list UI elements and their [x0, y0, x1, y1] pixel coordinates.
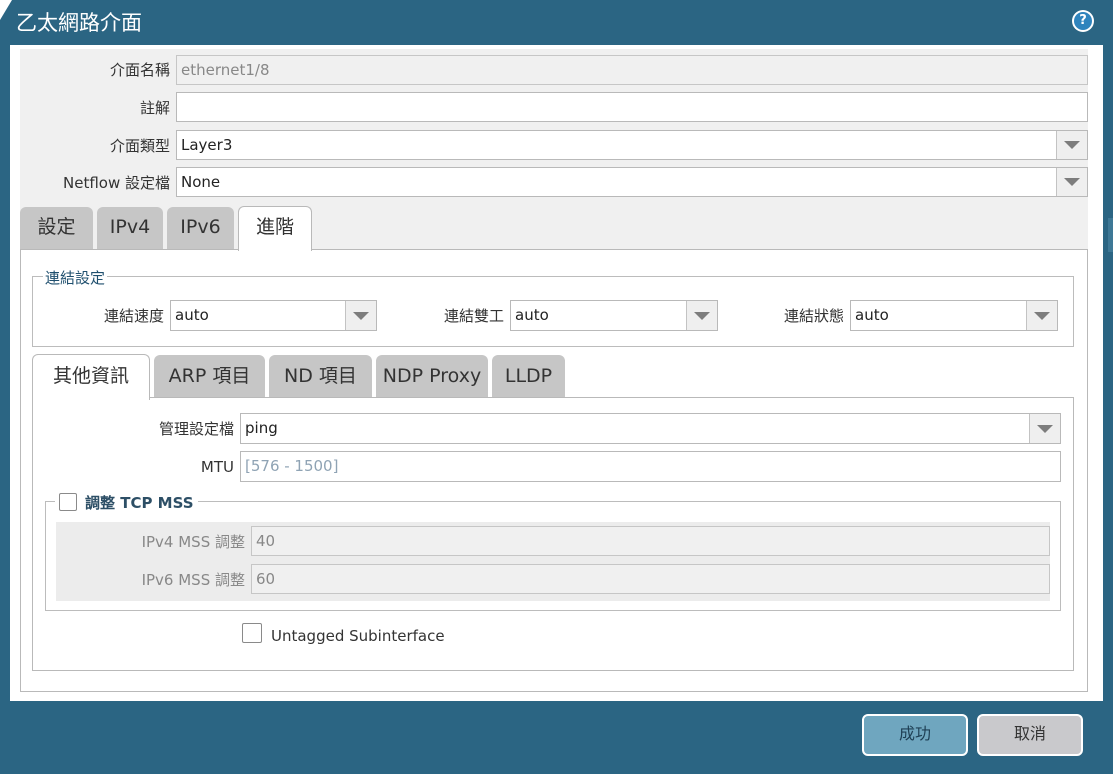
interface-type-value: Layer3: [181, 136, 233, 154]
link-state-value: auto: [855, 306, 889, 324]
subtab-arp-entries[interactable]: ARP 項目: [154, 355, 265, 397]
link-state-label: 連結狀態: [783, 307, 844, 325]
chevron-down-icon[interactable]: [1056, 168, 1087, 196]
mgmt-profile-label: 管理設定檔: [158, 420, 234, 438]
link-duplex-value: auto: [515, 306, 549, 324]
link-settings-legend: 連結設定: [43, 269, 108, 287]
untagged-subinterface-label: Untagged Subinterface: [271, 627, 445, 645]
dialog-title: 乙太網路介面: [16, 11, 142, 35]
tcp-mss-legend: 調整 TCP MSS: [55, 491, 198, 513]
tab-ipv6[interactable]: IPv6: [167, 207, 234, 249]
interface-name-field: ethernet1/8: [176, 55, 1088, 85]
tab-settings[interactable]: 設定: [20, 207, 93, 249]
chevron-down-icon[interactable]: [1026, 301, 1057, 330]
scrollbar-thumb[interactable]: [1108, 218, 1113, 252]
tab-advanced[interactable]: 進階: [238, 206, 312, 251]
interface-name-label: 介面名稱: [109, 61, 170, 79]
untagged-subinterface-checkbox[interactable]: [242, 623, 262, 643]
netflow-select[interactable]: None: [176, 167, 1088, 197]
ok-button[interactable]: 成功: [862, 714, 968, 756]
mgmt-profile-value: ping: [245, 419, 278, 437]
link-speed-value: auto: [175, 306, 209, 324]
help-icon[interactable]: ?: [1072, 10, 1094, 32]
tcp-mss-label: 調整 TCP MSS: [85, 493, 194, 512]
netflow-label: Netflow 設定檔: [63, 174, 170, 192]
tcp-mss-checkbox[interactable]: [59, 493, 77, 511]
link-speed-label: 連結速度: [103, 307, 164, 325]
link-speed-select[interactable]: auto: [170, 300, 377, 331]
ipv4-mss-field: 40: [251, 526, 1050, 556]
link-state-select[interactable]: auto: [850, 300, 1058, 331]
mouse-cursor: [0, 0, 12, 20]
interface-type-select[interactable]: Layer3: [176, 130, 1088, 160]
interface-type-label: 介面類型: [109, 137, 170, 155]
chevron-down-icon[interactable]: [686, 301, 717, 330]
ipv6-mss-label: IPv6 MSS 調整: [141, 571, 245, 589]
comment-label: 註解: [139, 99, 170, 117]
subtab-other-info[interactable]: 其他資訊: [32, 354, 150, 400]
mgmt-profile-select[interactable]: ping: [240, 413, 1061, 444]
subtab-ndp-proxy[interactable]: NDP Proxy: [376, 355, 488, 397]
chevron-down-icon[interactable]: [345, 301, 376, 330]
subtab-nd-entries[interactable]: ND 項目: [269, 355, 372, 397]
mtu-field[interactable]: [576 - 1500]: [240, 451, 1061, 482]
tab-ipv4[interactable]: IPv4: [97, 207, 163, 249]
comment-field[interactable]: [176, 92, 1088, 122]
scrollbar[interactable]: [1103, 45, 1113, 701]
mtu-label: MTU: [200, 458, 234, 476]
ipv6-mss-field: 60: [251, 564, 1050, 594]
ipv4-mss-label: IPv4 MSS 調整: [141, 533, 245, 551]
link-duplex-select[interactable]: auto: [510, 300, 718, 331]
subtab-lldp[interactable]: LLDP: [492, 355, 565, 397]
netflow-value: None: [181, 173, 221, 191]
chevron-down-icon[interactable]: [1029, 414, 1060, 443]
link-duplex-label: 連結雙工: [443, 307, 504, 325]
chevron-down-icon[interactable]: [1056, 131, 1087, 159]
cancel-button[interactable]: 取消: [977, 714, 1083, 756]
